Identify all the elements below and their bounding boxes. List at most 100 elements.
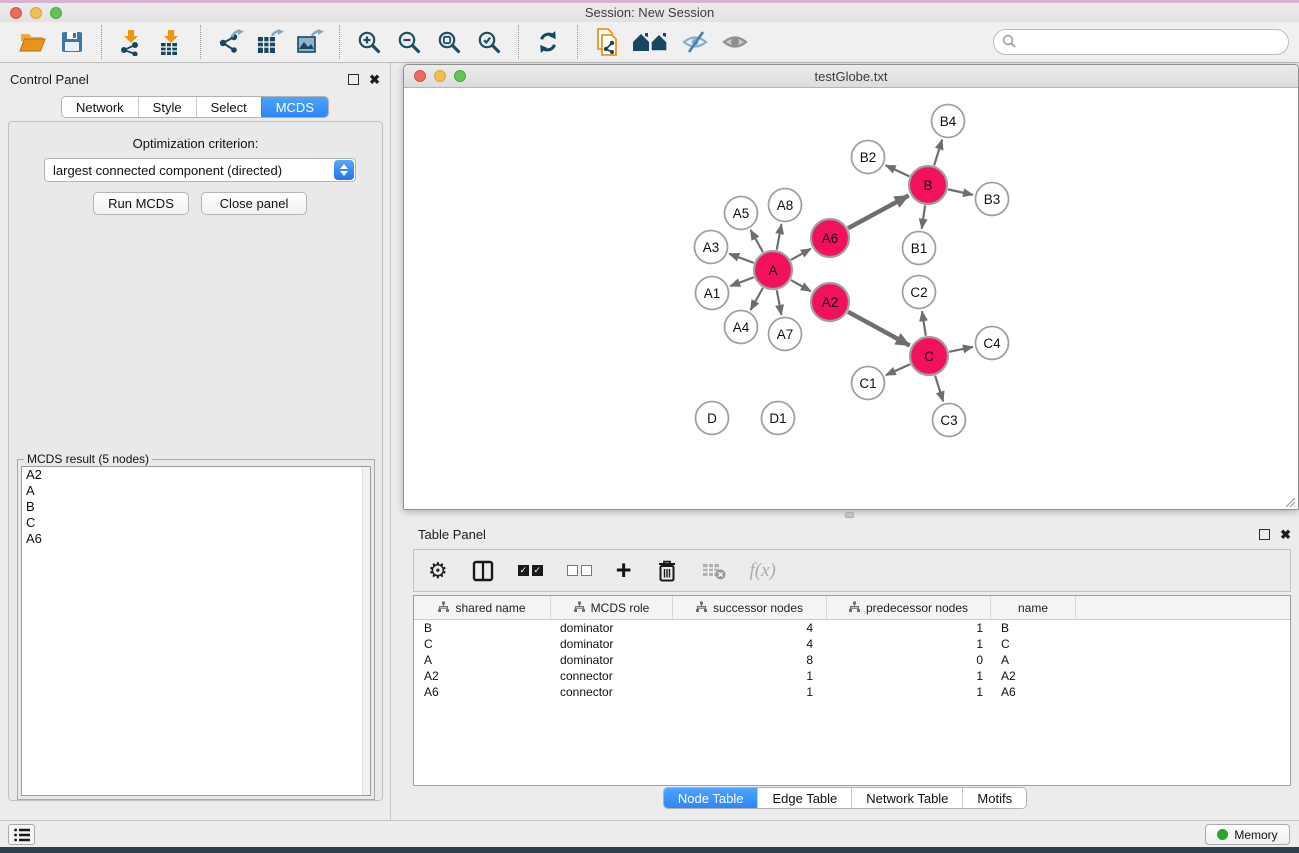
graph-node-A5[interactable]: A5 [725, 197, 758, 230]
function-builder-icon[interactable]: f(x) [750, 556, 776, 586]
tab-style[interactable]: Style [138, 97, 196, 117]
graph-node-B4[interactable]: B4 [932, 105, 965, 138]
graph-edge-A-A7[interactable] [777, 290, 782, 315]
table-row[interactable]: Bdominator41B [414, 620, 1290, 636]
graph-node-A4[interactable]: A4 [725, 311, 758, 344]
close-panel-icon[interactable]: ✖ [1280, 528, 1291, 541]
tab-motifs[interactable]: Motifs [962, 788, 1026, 808]
graph-node-A1[interactable]: A1 [696, 277, 729, 310]
gear-icon[interactable]: ⚙ [428, 556, 448, 586]
graph-node-C2[interactable]: C2 [903, 276, 936, 309]
column-header-shared-name[interactable]: shared name [414, 596, 551, 619]
mcds-result-item[interactable]: A2 [22, 467, 370, 483]
graph-edge-C-C2[interactable] [922, 311, 926, 335]
tab-edge-table[interactable]: Edge Table [757, 788, 851, 808]
save-session-icon[interactable] [55, 26, 89, 58]
show-all-icon[interactable] [718, 26, 752, 58]
float-panel-icon[interactable] [348, 74, 359, 85]
graph-node-C1[interactable]: C1 [852, 367, 885, 400]
graph-node-C4[interactable]: C4 [976, 327, 1009, 360]
graph-edge-A-A2[interactable] [791, 280, 811, 291]
zoom-fit-icon[interactable] [432, 26, 466, 58]
table-row[interactable]: Cdominator41C [414, 636, 1290, 652]
export-image-icon[interactable] [293, 26, 327, 58]
tab-network[interactable]: Network [62, 97, 138, 117]
import-table-icon[interactable] [154, 26, 188, 58]
zoom-selected-icon[interactable] [472, 26, 506, 58]
tab-network-table[interactable]: Network Table [851, 788, 962, 808]
open-file-icon[interactable] [15, 26, 49, 58]
graph-edge-B-B3[interactable] [948, 189, 973, 194]
mcds-result-item[interactable]: C [22, 515, 370, 531]
graph-node-A2[interactable]: A2 [811, 283, 849, 321]
graph-node-D1[interactable]: D1 [762, 402, 795, 435]
graph-edge-B-B1[interactable] [922, 205, 925, 228]
graph-edge-A2-C[interactable] [848, 312, 910, 346]
graph-edge-A-A4[interactable] [751, 288, 763, 310]
graph-node-B3[interactable]: B3 [976, 183, 1009, 216]
table-row[interactable]: A2connector11A2 [414, 668, 1290, 684]
graph-node-A7[interactable]: A7 [769, 318, 802, 351]
split-columns-icon[interactable] [472, 556, 494, 586]
graph-edge-A-A3[interactable] [729, 254, 753, 263]
close-panel-button[interactable]: Close panel [201, 192, 307, 215]
graph-edge-B-B2[interactable] [886, 165, 910, 176]
graph-edge-A-A1[interactable] [730, 277, 754, 286]
column-header-MCDS-role[interactable]: MCDS role [551, 596, 673, 619]
table-row[interactable]: Adominator80A [414, 652, 1290, 668]
mcds-result-item[interactable]: A [22, 483, 370, 499]
table-row[interactable]: A6connector11A6 [414, 684, 1290, 700]
graph-node-C[interactable]: C [910, 337, 948, 375]
hide-selected-icon[interactable] [678, 26, 712, 58]
export-table-icon[interactable] [253, 26, 287, 58]
run-mcds-button[interactable]: Run MCDS [93, 192, 189, 215]
tab-select[interactable]: Select [196, 97, 261, 117]
graph-node-A8[interactable]: A8 [769, 189, 802, 222]
export-network-icon[interactable] [213, 26, 247, 58]
graph-node-C3[interactable]: C3 [933, 404, 966, 437]
graph-node-A6[interactable]: A6 [811, 219, 849, 257]
scrollbar[interactable] [362, 467, 370, 795]
tab-mcds[interactable]: MCDS [261, 97, 328, 117]
add-column-icon[interactable]: + [616, 556, 632, 586]
tab-node-table[interactable]: Node Table [664, 788, 758, 808]
float-panel-icon[interactable] [1259, 529, 1270, 540]
resize-grip-icon[interactable] [1284, 495, 1296, 507]
graph-edge-A-A8[interactable] [777, 224, 782, 250]
column-header-predecessor-nodes[interactable]: predecessor nodes [827, 596, 991, 619]
search-input[interactable] [993, 29, 1289, 55]
graph-node-B[interactable]: B [909, 166, 947, 204]
graph-edge-C-C1[interactable] [886, 364, 910, 375]
graph-node-A[interactable]: A [754, 251, 792, 289]
first-neighbors-icon[interactable] [630, 26, 672, 58]
zoom-in-icon[interactable] [352, 26, 386, 58]
delete-table-icon[interactable] [702, 556, 726, 586]
delete-column-icon[interactable] [656, 556, 678, 586]
graph-edge-A-A5[interactable] [751, 230, 763, 252]
show-columns-icon[interactable]: ✓✓ [518, 556, 543, 586]
hide-columns-icon[interactable] [567, 556, 592, 586]
graph-node-A3[interactable]: A3 [695, 231, 728, 264]
graph-node-B1[interactable]: B1 [903, 232, 936, 265]
mcds-result-list[interactable]: A2ABCA6 [21, 466, 371, 796]
criterion-dropdown[interactable]: largest connected component (directed) [44, 158, 356, 182]
graph-edge-B-B4[interactable] [934, 140, 942, 166]
graph-edge-C-C3[interactable] [935, 376, 943, 402]
close-panel-icon[interactable]: ✖ [369, 73, 380, 86]
graph-node-D[interactable]: D [696, 402, 729, 435]
task-history-button[interactable] [8, 824, 35, 845]
mcds-result-item[interactable]: A6 [22, 531, 370, 547]
graph-node-B2[interactable]: B2 [852, 141, 885, 174]
graph-edge-C-C4[interactable] [949, 347, 973, 352]
new-network-from-selection-icon[interactable] [590, 26, 624, 58]
split-divider-handle[interactable] [845, 512, 854, 518]
graph-edge-A6-B[interactable] [848, 195, 909, 228]
node-table[interactable]: shared nameMCDS rolesuccessor nodesprede… [413, 595, 1291, 786]
zoom-out-icon[interactable] [392, 26, 426, 58]
network-canvas[interactable]: B4 B2 B B3 A8 A5 A6 B1 A3 A A1 C2 A2 A4 A7 C4 C C1 C3 D D1 [404, 88, 1298, 509]
column-header-successor-nodes[interactable]: successor nodes [673, 596, 827, 619]
column-header-name[interactable]: name [991, 596, 1076, 619]
import-network-icon[interactable] [114, 26, 148, 58]
graph-edge-A-A6[interactable] [791, 249, 811, 260]
memory-button[interactable]: Memory [1205, 824, 1290, 845]
